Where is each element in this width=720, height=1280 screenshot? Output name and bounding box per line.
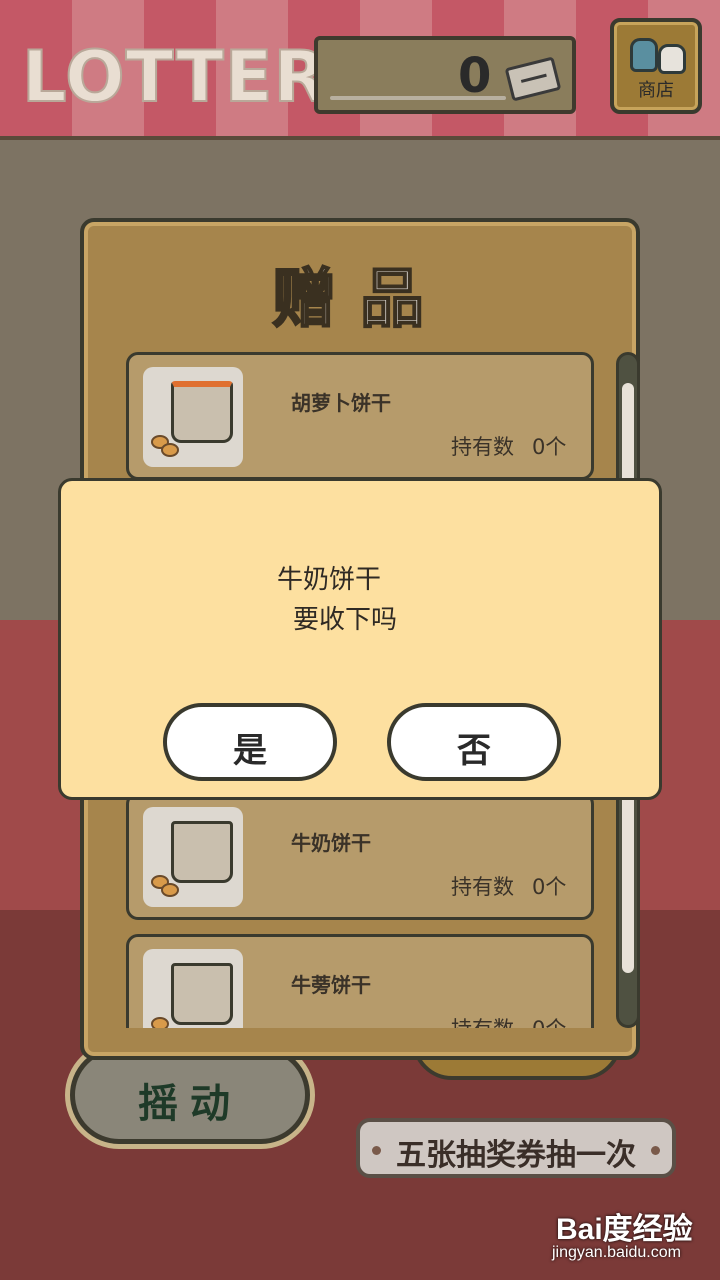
shake-label: 摇动 bbox=[138, 1081, 242, 1127]
yes-label: 是 bbox=[233, 731, 267, 771]
held-label: 持有数 bbox=[451, 1017, 514, 1028]
cookie-icon bbox=[161, 443, 179, 457]
baidu-watermark: Bai度经验 jingyan.baidu.com bbox=[548, 1200, 712, 1270]
held-value: 0个 bbox=[532, 435, 567, 459]
item-thumbnail bbox=[143, 949, 243, 1028]
gift-item[interactable]: 胡萝卜饼干 持有数 0个 bbox=[126, 352, 594, 480]
cookie-icon bbox=[161, 883, 179, 897]
gift-panel-title: 赠品 bbox=[271, 262, 448, 338]
shake-button[interactable]: 摇动 bbox=[70, 1046, 310, 1144]
held-label: 持有数 bbox=[451, 875, 514, 899]
item-name: 牛奶饼干 bbox=[291, 831, 371, 855]
item-held: 持有数 0个 bbox=[451, 431, 566, 461]
no-button[interactable]: 否 bbox=[387, 703, 561, 781]
held-value: 0个 bbox=[532, 875, 567, 899]
cookie-bag-icon bbox=[171, 821, 233, 883]
dialog-item-name: 牛奶饼干 bbox=[276, 565, 381, 595]
gift-item[interactable]: 牛蒡饼干 持有数 0个 bbox=[126, 934, 594, 1028]
dialog-question: 要收下吗 bbox=[292, 605, 397, 635]
item-thumbnail bbox=[143, 367, 243, 467]
white-bag-icon bbox=[658, 44, 686, 74]
watermark-url: jingyan.baidu.com bbox=[552, 1244, 681, 1261]
header-awning: LOTTERY 0 商店 bbox=[0, 0, 720, 140]
confirm-dialog: 牛奶饼干 要收下吗 是 否 bbox=[58, 478, 662, 800]
ticket-rule-note: 五张抽奖券抽一次 bbox=[356, 1118, 676, 1178]
cookie-bag-icon bbox=[171, 381, 233, 443]
item-name: 胡萝卜饼干 bbox=[291, 391, 391, 415]
held-value: 0个 bbox=[532, 1017, 566, 1028]
shop-button[interactable]: 商店 bbox=[610, 18, 702, 114]
no-label: 否 bbox=[457, 731, 491, 771]
blue-bag-icon bbox=[630, 38, 658, 72]
ticket-icon bbox=[504, 56, 562, 102]
yes-button[interactable]: 是 bbox=[163, 703, 337, 781]
item-held: 持有数 0个 bbox=[451, 1013, 566, 1028]
ticket-counter: 0 bbox=[314, 36, 576, 114]
cookie-icon bbox=[151, 1017, 169, 1028]
ticket-rule-text: 五张抽奖券抽一次 bbox=[396, 1138, 636, 1173]
item-name: 牛蒡饼干 bbox=[291, 973, 371, 997]
item-thumbnail bbox=[143, 807, 243, 907]
watermark-logo: Bai度经验 bbox=[556, 1213, 693, 1246]
gift-item[interactable]: 牛奶饼干 持有数 0个 bbox=[126, 792, 594, 920]
cookie-bag-icon bbox=[171, 963, 233, 1025]
shop-label: 商店 bbox=[638, 80, 674, 101]
item-held: 持有数 0个 bbox=[451, 871, 566, 901]
note-dot-right bbox=[651, 1146, 660, 1155]
counter-underline bbox=[330, 96, 506, 100]
held-label: 持有数 bbox=[451, 435, 514, 459]
